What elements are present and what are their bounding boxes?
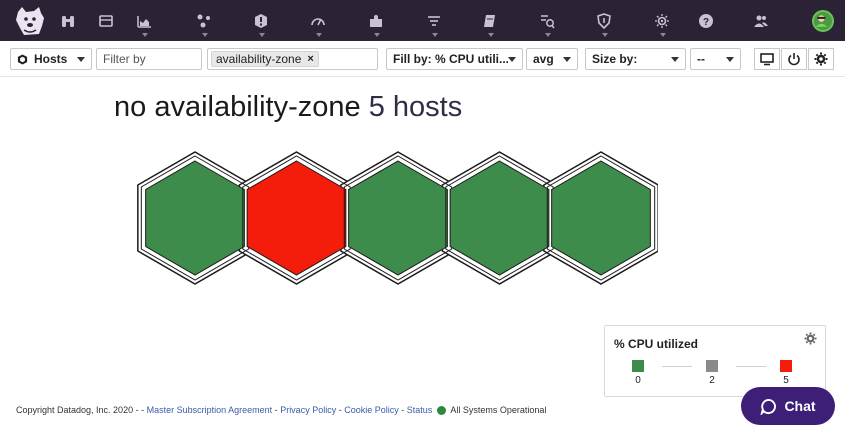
status-link[interactable]: Status [407, 405, 433, 415]
chevron-down-icon [660, 33, 666, 37]
chevron-down-icon [671, 56, 679, 62]
gear-icon[interactable] [804, 332, 817, 345]
svg-text:?: ? [703, 17, 709, 28]
chevron-down-icon [202, 33, 208, 37]
legend-swatch-mid [706, 360, 718, 372]
power-icon [788, 53, 800, 66]
hosts-select[interactable]: Hosts [10, 48, 92, 70]
footer-separator: - [338, 405, 342, 415]
puzzle-icon[interactable] [366, 11, 386, 31]
aggregation-select[interactable]: avg [526, 48, 578, 70]
chevron-down-icon [508, 56, 516, 62]
copyright-text: Copyright Datadog, Inc. 2020 - - [16, 405, 145, 415]
status-dot-icon [437, 405, 447, 415]
power-button[interactable] [781, 48, 807, 70]
host-hex-map [137, 151, 658, 285]
size-aggregation-select[interactable]: -- [690, 48, 741, 70]
legend-connector [662, 366, 692, 367]
footer: Copyright Datadog, Inc. 2020 - - Master … [16, 405, 546, 415]
legend-swatch-low [632, 360, 644, 372]
group-tag-label: availability-zone [216, 52, 302, 66]
gauge-icon[interactable] [308, 11, 328, 31]
master-subscription-link[interactable]: Master Subscription Agreement [147, 405, 273, 415]
chevron-down-icon [563, 56, 571, 62]
notebook-icon[interactable] [480, 11, 500, 31]
fill-by-select[interactable]: Fill by: % CPU utili... [386, 48, 523, 70]
chat-label: Chat [784, 398, 816, 414]
gear-icon [814, 52, 828, 66]
chevron-down-icon [726, 56, 734, 62]
team-icon[interactable] [751, 11, 771, 31]
status-text: All Systems Operational [450, 405, 547, 415]
group-tag: availability-zone × [211, 51, 319, 67]
filter-input[interactable] [103, 52, 195, 66]
hosts-select-label: Hosts [34, 52, 68, 66]
chevron-down-icon [142, 33, 148, 37]
monitor-icon [760, 53, 774, 66]
chevron-down-icon [374, 33, 380, 37]
top-navigation-bar: ? [0, 0, 845, 41]
privacy-policy-link[interactable]: Privacy Policy [280, 405, 336, 415]
legend-connector [736, 366, 766, 367]
filter-lines-icon[interactable] [424, 11, 444, 31]
legend-swatch-high [780, 360, 792, 372]
legend-title: % CPU utilized [614, 337, 699, 351]
processor-icon[interactable] [652, 11, 672, 31]
chevron-down-icon [77, 56, 85, 62]
shield-icon[interactable] [594, 11, 614, 31]
legend-label-mid: 2 [709, 375, 715, 386]
dashboard-icon[interactable] [96, 11, 116, 31]
footer-separator: - [274, 405, 278, 415]
cookie-policy-link[interactable]: Cookie Policy [344, 405, 399, 415]
chart-icon[interactable] [134, 11, 154, 31]
alert-icon[interactable] [251, 11, 271, 31]
group-by-field[interactable]: availability-zone × [207, 48, 378, 70]
host-count: 5 hosts [368, 91, 463, 123]
chat-button[interactable]: Chat [741, 387, 835, 425]
chevron-down-icon [316, 33, 322, 37]
chevron-down-icon [432, 33, 438, 37]
group-title: no availability-zone 5 hosts [114, 91, 462, 124]
chevron-down-icon [488, 33, 494, 37]
remove-tag-icon[interactable]: × [307, 53, 313, 65]
hexagon-icon [17, 53, 28, 65]
avatar-icon[interactable] [812, 10, 834, 32]
fill-by-label: Fill by: % CPU utili... [393, 52, 508, 66]
help-icon[interactable]: ? [696, 11, 716, 31]
chevron-down-icon [602, 33, 608, 37]
footer-separator: - [401, 405, 405, 415]
settings-button[interactable] [808, 48, 834, 70]
chevron-down-icon [545, 33, 551, 37]
tv-mode-button[interactable] [754, 48, 780, 70]
size-aggregation-label: -- [697, 52, 705, 66]
legend-label-high: 5 [783, 375, 789, 386]
chevron-down-icon [259, 33, 265, 37]
aggregation-label: avg [533, 52, 554, 66]
host-map-toolbar: Hosts availability-zone × Fill by: % CPU… [0, 41, 845, 77]
binoculars-icon[interactable] [58, 11, 78, 31]
group-name: no availability-zone [114, 91, 361, 123]
chat-bubble-icon [760, 398, 777, 415]
filter-by-field[interactable] [96, 48, 202, 70]
legend-label-low: 0 [635, 375, 641, 386]
graph-nodes-icon[interactable] [194, 11, 214, 31]
size-by-label: Size by: [592, 52, 638, 66]
size-by-select[interactable]: Size by: [585, 48, 686, 70]
logs-icon[interactable] [537, 11, 557, 31]
